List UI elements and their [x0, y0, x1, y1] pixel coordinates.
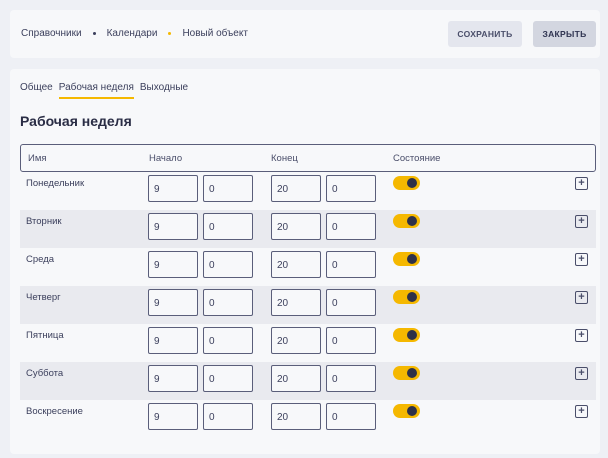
end-minute-input[interactable]: 0 [326, 213, 376, 240]
breadcrumb-item-current: Новый объект [182, 28, 248, 39]
end-hour-input[interactable]: 20 [271, 365, 321, 392]
start-hour-input[interactable]: 9 [148, 327, 198, 354]
table-header: Имя Начало Конец Состояние [20, 144, 596, 172]
status-toggle[interactable] [393, 404, 420, 418]
plus-square-icon[interactable]: + [575, 405, 588, 418]
save-button[interactable]: СОХРАНИТЬ [448, 21, 522, 47]
day-name: Четверг [26, 292, 61, 303]
start-minute-input[interactable]: 0 [203, 175, 253, 202]
plus-square-icon[interactable]: + [575, 367, 588, 380]
table-row: Суббота 9 0 20 0 + [20, 362, 596, 400]
start-hour-input[interactable]: 9 [148, 403, 198, 430]
start-hour-input[interactable]: 9 [148, 251, 198, 278]
column-header-name: Имя [28, 153, 47, 164]
plus-square-icon[interactable]: + [575, 253, 588, 266]
breadcrumb: Справочники Календари Новый объект [21, 28, 248, 39]
status-toggle[interactable] [393, 366, 420, 380]
start-hour-input[interactable]: 9 [148, 213, 198, 240]
toggle-knob [407, 216, 417, 226]
tab-holidays[interactable]: Выходные [140, 82, 188, 99]
plus-square-icon[interactable]: + [575, 215, 588, 228]
status-toggle[interactable] [393, 176, 420, 190]
plus-square-icon[interactable]: + [575, 291, 588, 304]
tab-general[interactable]: Общее [20, 82, 53, 99]
end-hour-input[interactable]: 20 [271, 327, 321, 354]
table-row: Вторник 9 0 20 0 + [20, 210, 596, 248]
table-row: Среда 9 0 20 0 + [20, 248, 596, 286]
end-hour-input[interactable]: 20 [271, 251, 321, 278]
plus-square-icon[interactable]: + [575, 329, 588, 342]
end-minute-input[interactable]: 0 [326, 289, 376, 316]
toggle-knob [407, 330, 417, 340]
day-name: Понедельник [26, 178, 85, 189]
toggle-knob [407, 254, 417, 264]
plus-square-icon[interactable]: + [575, 177, 588, 190]
table-row: Четверг 9 0 20 0 + [20, 286, 596, 324]
start-hour-input[interactable]: 9 [148, 365, 198, 392]
end-minute-input[interactable]: 0 [326, 365, 376, 392]
start-hour-input[interactable]: 9 [148, 289, 198, 316]
column-header-start: Начало [149, 153, 183, 164]
end-hour-input[interactable]: 20 [271, 289, 321, 316]
start-minute-input[interactable]: 0 [203, 327, 253, 354]
status-toggle[interactable] [393, 252, 420, 266]
start-hour-input[interactable]: 9 [148, 175, 198, 202]
status-toggle[interactable] [393, 328, 420, 342]
column-header-end: Конец [271, 153, 298, 164]
table-row: Воскресение 9 0 20 0 + [20, 400, 596, 438]
column-header-status: Состояние [393, 153, 441, 164]
end-hour-input[interactable]: 20 [271, 213, 321, 240]
breadcrumb-separator [92, 32, 96, 35]
breadcrumb-item-directories[interactable]: Справочники [21, 28, 82, 39]
day-name: Воскресение [26, 406, 83, 417]
day-name: Суббота [26, 368, 64, 379]
toggle-knob [407, 368, 417, 378]
table-row: Пятница 9 0 20 0 + [20, 324, 596, 362]
start-minute-input[interactable]: 0 [203, 251, 253, 278]
tab-work-week[interactable]: Рабочая неделя [58, 82, 134, 99]
start-minute-input[interactable]: 0 [203, 289, 253, 316]
main-panel: Общее Рабочая неделя Выходные Рабочая не… [10, 69, 600, 454]
day-name: Пятница [26, 330, 64, 341]
end-minute-input[interactable]: 0 [326, 403, 376, 430]
toggle-knob [407, 178, 417, 188]
status-toggle[interactable] [393, 214, 420, 228]
close-button[interactable]: ЗАКРЫТЬ [533, 21, 596, 47]
start-minute-input[interactable]: 0 [203, 213, 253, 240]
end-hour-input[interactable]: 20 [271, 175, 321, 202]
header-bar: Справочники Календари Новый объект СОХРА… [10, 10, 600, 58]
end-minute-input[interactable]: 0 [326, 327, 376, 354]
day-name: Вторник [26, 216, 62, 227]
table-row: Понедельник 9 0 20 0 + [20, 172, 596, 210]
page-title: Рабочая неделя [20, 113, 132, 129]
toggle-knob [407, 406, 417, 416]
breadcrumb-separator [168, 32, 172, 35]
start-minute-input[interactable]: 0 [203, 403, 253, 430]
end-hour-input[interactable]: 20 [271, 403, 321, 430]
status-toggle[interactable] [393, 290, 420, 304]
start-minute-input[interactable]: 0 [203, 365, 253, 392]
day-name: Среда [26, 254, 55, 265]
toggle-knob [407, 292, 417, 302]
end-minute-input[interactable]: 0 [326, 251, 376, 278]
tab-bar: Общее Рабочая неделя Выходные [20, 82, 194, 99]
end-minute-input[interactable]: 0 [326, 175, 376, 202]
breadcrumb-item-calendars[interactable]: Календари [107, 28, 158, 39]
